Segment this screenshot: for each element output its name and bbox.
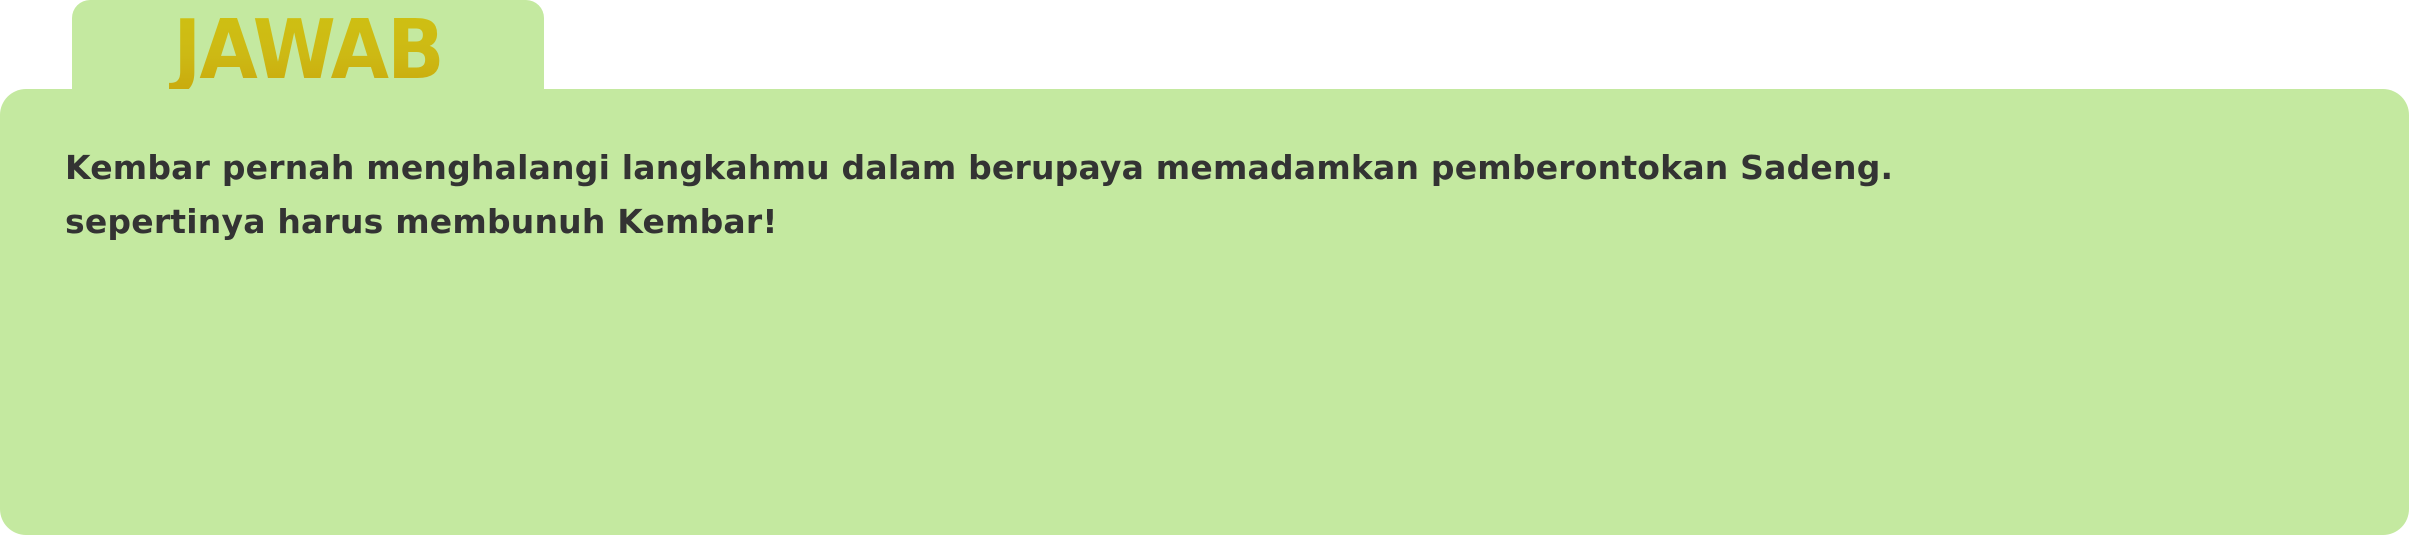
answer-text: Kembar pernah menghalangi langkahmu dala… [65, 141, 2365, 249]
answer-panel: Kembar pernah menghalangi langkahmu dala… [0, 89, 2409, 535]
answer-line-2: sepertinya harus membunuh Kembar! [65, 202, 778, 241]
answer-line-1: Kembar pernah menghalangi langkahmu dala… [65, 148, 1894, 187]
answer-tab-title: JAWAB [91, 6, 525, 96]
